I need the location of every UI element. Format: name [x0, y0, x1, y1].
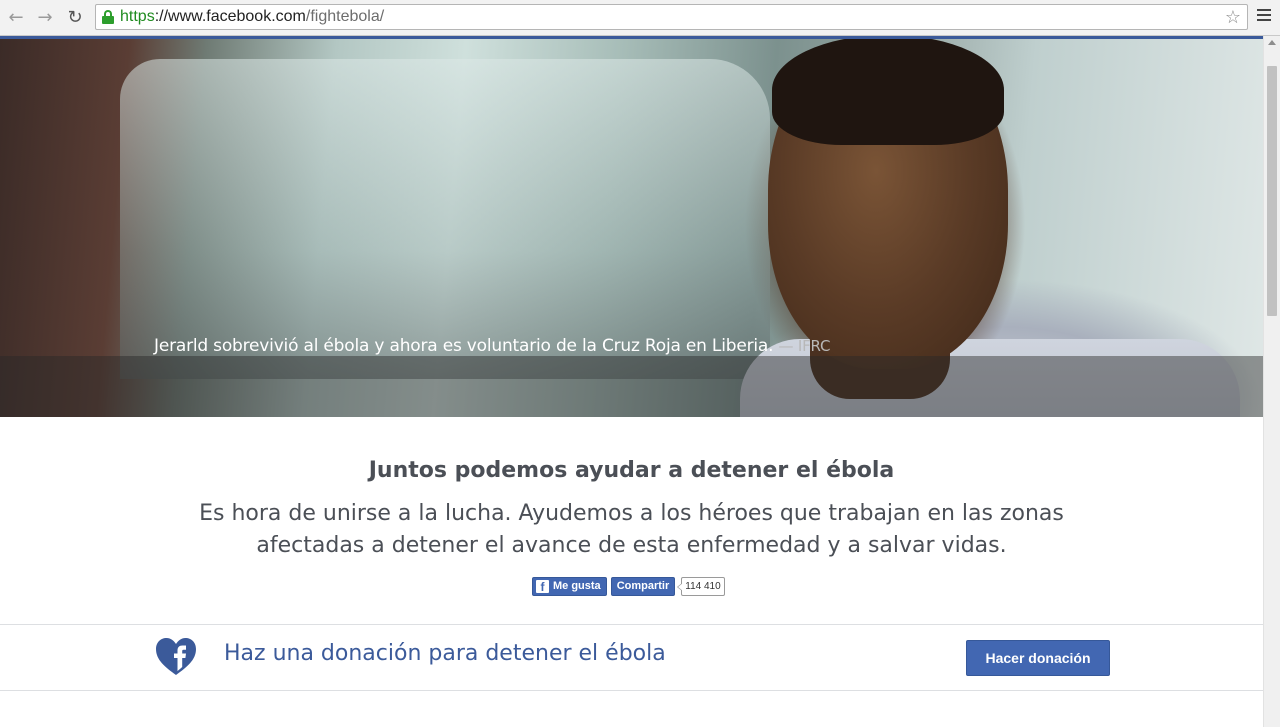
address-bar[interactable]: https://www.facebook.com/fightebola/ ☆: [95, 4, 1248, 30]
page-subtext: Es hora de unirse a la lucha. Ayudemos a…: [199, 501, 1064, 558]
star-icon[interactable]: ☆: [1225, 7, 1241, 28]
scroll-up-arrow-icon[interactable]: [1268, 40, 1276, 45]
share-label: Compartir: [616, 580, 670, 592]
page-headline: Juntos podemos ayudar a detener el ébola: [368, 458, 895, 483]
reload-icon[interactable]: ↻: [63, 6, 87, 28]
scrollbar[interactable]: [1263, 36, 1280, 727]
url-separator: ://: [154, 8, 169, 25]
url-scheme: https: [120, 8, 155, 25]
facebook-f-icon: f: [536, 579, 549, 593]
caption-credit: — IFRC: [778, 337, 831, 355]
section-divider-bottom: [0, 690, 1263, 691]
hamburger-menu-icon[interactable]: [1257, 9, 1271, 23]
caption-overlay: [0, 356, 1263, 417]
like-button[interactable]: f Me gusta: [532, 576, 607, 596]
url-path: /fightebola/: [305, 8, 385, 25]
share-count: 114 410: [677, 576, 725, 596]
hero-caption: Jerarld sobrevivió al ébola y ahora es v…: [154, 336, 831, 356]
back-arrow-icon[interactable]: ←: [4, 6, 28, 28]
like-label: Me gusta: [553, 580, 601, 592]
scrollbar-thumb[interactable]: [1267, 66, 1277, 316]
donate-button[interactable]: Hacer donación: [966, 640, 1110, 676]
facebook-heart-icon: [156, 638, 196, 675]
caption-text: Jerarld sobrevivió al ébola y ahora es v…: [154, 336, 774, 356]
social-plugin: f Me gusta Compartir 114 410: [532, 576, 725, 596]
browser-toolbar: ← → ↻ https://www.facebook.com/fightebol…: [0, 0, 1280, 36]
hero-person-hair: [772, 39, 1004, 145]
forward-arrow-icon[interactable]: →: [33, 6, 57, 28]
url-host: www.facebook.com: [168, 8, 306, 25]
section-divider: [0, 624, 1263, 625]
share-button[interactable]: Compartir: [610, 576, 676, 596]
hero-background-vehicle: [120, 59, 770, 379]
hero-image: [0, 39, 1263, 417]
donation-text: Haz una donación para detener el ébola: [224, 641, 666, 666]
url-text[interactable]: https://www.facebook.com/fightebola/: [120, 8, 384, 26]
lock-icon: [102, 10, 114, 24]
